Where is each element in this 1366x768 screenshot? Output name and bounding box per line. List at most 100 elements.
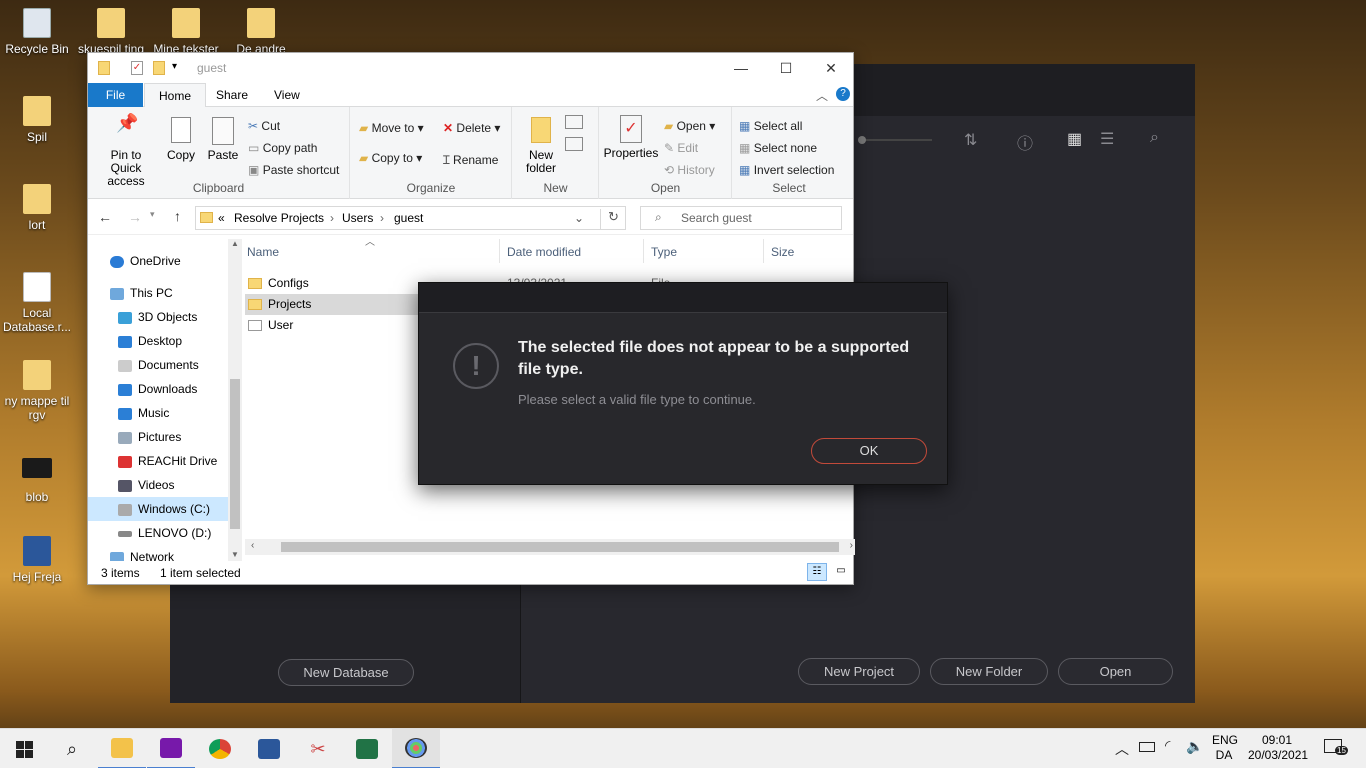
minimize-button[interactable]: — [718, 53, 764, 83]
new-folder-button[interactable]: New folder [521, 117, 561, 175]
details-view-icon[interactable]: ☷ [807, 563, 827, 581]
forward-arrow-icon[interactable]: → [128, 209, 142, 225]
zoom-slider-handle[interactable] [858, 136, 866, 144]
cut-button[interactable]: ✂ Cut [248, 119, 280, 133]
refresh-icon[interactable]: ↻ [600, 209, 626, 229]
address-bar[interactable]: « Resolve Projects › Users › guest ⌄ ↻ [195, 206, 626, 230]
tab-home[interactable]: Home [144, 83, 207, 108]
scroll-up-icon[interactable]: ▲ [228, 239, 242, 253]
paste-shortcut-button[interactable]: ▣ Paste shortcut [248, 163, 339, 177]
notifications-icon[interactable]: 15 [1324, 739, 1348, 755]
column-divider[interactable] [499, 239, 500, 263]
desktop-icon-blob[interactable]: blob [1, 458, 73, 504]
maximize-button[interactable]: ☐ [763, 53, 809, 83]
nav-downloads[interactable]: Downloads [118, 377, 242, 401]
back-arrow-icon[interactable]: ← [98, 209, 112, 225]
select-all-button[interactable]: ▦ Select all [739, 119, 802, 133]
select-none-button[interactable]: ▦ Select none [739, 141, 817, 155]
search-button[interactable]: ⌕ [48, 729, 96, 768]
column-type[interactable]: Type [651, 245, 677, 259]
list-view-icon[interactable]: ☰ [1100, 129, 1114, 149]
breadcrumb-separator-icon[interactable]: › [330, 211, 334, 225]
desktop-icon-ny-mappe[interactable]: ny mappe til rgv [1, 360, 73, 422]
up-arrow-icon[interactable]: ↑ [174, 208, 181, 224]
tab-view[interactable]: View [260, 83, 314, 107]
delete-button[interactable]: ✕ Delete ▾ [443, 121, 500, 135]
copy-to-button[interactable]: ▰ Copy to ▾ [359, 151, 422, 165]
column-date-modified[interactable]: Date modified [507, 245, 581, 259]
large-icons-view-icon[interactable]: ▭ [831, 563, 851, 581]
taskbar-file-explorer[interactable] [98, 729, 146, 768]
nav-onedrive[interactable]: OneDrive [110, 249, 242, 273]
nav-3d-objects[interactable]: 3D Objects [118, 305, 242, 329]
edit-button[interactable]: ✎ Edit [664, 141, 698, 155]
customize-toolbar-icon[interactable]: ▾ [172, 61, 177, 72]
column-divider[interactable] [763, 239, 764, 263]
nav-windows-c[interactable]: Windows (C:) [88, 497, 228, 521]
collapse-ribbon-icon[interactable]: ︿ [816, 87, 828, 104]
paste-button[interactable]: Paste [205, 117, 241, 162]
new-item-icon[interactable] [565, 115, 583, 129]
input-language[interactable]: ENG DA [1212, 733, 1238, 763]
start-button[interactable] [0, 729, 48, 768]
nav-this-pc[interactable]: This PC [110, 281, 242, 305]
new-project-button[interactable]: New Project [798, 658, 920, 685]
battery-icon[interactable] [1139, 742, 1155, 752]
pin-quick-access-button[interactable]: 📌 Pin to Quick access [94, 114, 158, 188]
history-button[interactable]: ⟲ History [664, 163, 715, 177]
volume-icon[interactable]: 🔈 [1186, 738, 1203, 755]
desktop-icon-hej-freja[interactable]: Hej Freja [1, 536, 73, 584]
scroll-right-icon[interactable]: › [850, 540, 853, 551]
rename-button[interactable]: Ɪ Rename [443, 151, 498, 168]
taskbar-word[interactable] [245, 729, 293, 768]
show-hidden-icons-icon[interactable]: ︿ [1115, 739, 1129, 759]
close-button[interactable]: ✕ [808, 53, 854, 83]
horizontal-scrollbar[interactable]: ‹ › [245, 539, 855, 555]
grid-view-icon[interactable]: ▦ [1067, 129, 1082, 149]
desktop-icon-recycle-bin[interactable]: Recycle Bin [1, 8, 73, 56]
open-button[interactable]: Open [1058, 658, 1173, 685]
nav-scrollbar-thumb[interactable] [230, 379, 240, 529]
copy-path-button[interactable]: ▭ Copy path [248, 141, 317, 155]
new-folder-quick-icon[interactable] [153, 61, 165, 75]
help-icon[interactable]: ? [836, 87, 850, 101]
column-size[interactable]: Size [771, 245, 794, 259]
new-folder-button[interactable]: New Folder [930, 658, 1048, 685]
address-dropdown-icon[interactable]: ⌄ [574, 211, 584, 225]
desktop-icon-spil[interactable]: Spil [1, 96, 73, 144]
scroll-down-icon[interactable]: ▼ [228, 550, 242, 559]
tab-file[interactable]: File [88, 83, 143, 107]
taskbar-chrome[interactable] [196, 729, 244, 768]
open-button[interactable]: ▰ Open ▾ [664, 119, 715, 133]
info-icon[interactable]: ⓘ [1017, 130, 1033, 154]
sort-icon[interactable]: ⇅ [964, 130, 977, 150]
horizontal-scrollbar-thumb[interactable] [281, 542, 839, 552]
search-icon[interactable]: ⌕ [1150, 129, 1159, 147]
breadcrumb-separator-icon[interactable]: › [380, 211, 384, 225]
taskbar-snipping-tool[interactable]: ✂ [294, 729, 342, 768]
taskbar-onenote[interactable] [147, 729, 195, 768]
address-prefix[interactable]: « [218, 211, 225, 225]
scroll-left-icon[interactable]: ‹ [251, 540, 254, 551]
recent-locations-icon[interactable]: ▾ [150, 209, 155, 220]
properties-quick-icon[interactable]: ✓ [131, 61, 143, 75]
tab-share[interactable]: Share [202, 83, 262, 107]
move-to-button[interactable]: ▰ Move to ▾ [359, 121, 424, 135]
desktop-icon-mine-tekster[interactable]: Mine tekster [150, 8, 222, 56]
nav-scrollbar[interactable]: ▲ ▼ [228, 239, 242, 561]
zoom-slider[interactable] [862, 139, 932, 141]
new-database-button[interactable]: New Database [278, 659, 414, 686]
nav-network[interactable]: Network [110, 545, 242, 561]
ok-button[interactable]: OK [811, 438, 927, 464]
properties-button[interactable]: ✓ Properties [602, 115, 660, 160]
taskbar-excel[interactable] [343, 729, 391, 768]
desktop-icon-lort[interactable]: lort [1, 184, 73, 232]
nav-pictures[interactable]: Pictures [118, 425, 242, 449]
invert-selection-button[interactable]: ▦ Invert selection [739, 163, 834, 177]
copy-button[interactable]: Copy [164, 117, 198, 162]
breadcrumb-resolve-projects[interactable]: Resolve Projects [234, 211, 324, 225]
nav-music[interactable]: Music [118, 401, 242, 425]
nav-desktop[interactable]: Desktop [118, 329, 242, 353]
desktop-icon-local-database[interactable]: Local Database.r... [1, 272, 73, 334]
nav-reachit-drive[interactable]: REACHit Drive [118, 449, 242, 473]
